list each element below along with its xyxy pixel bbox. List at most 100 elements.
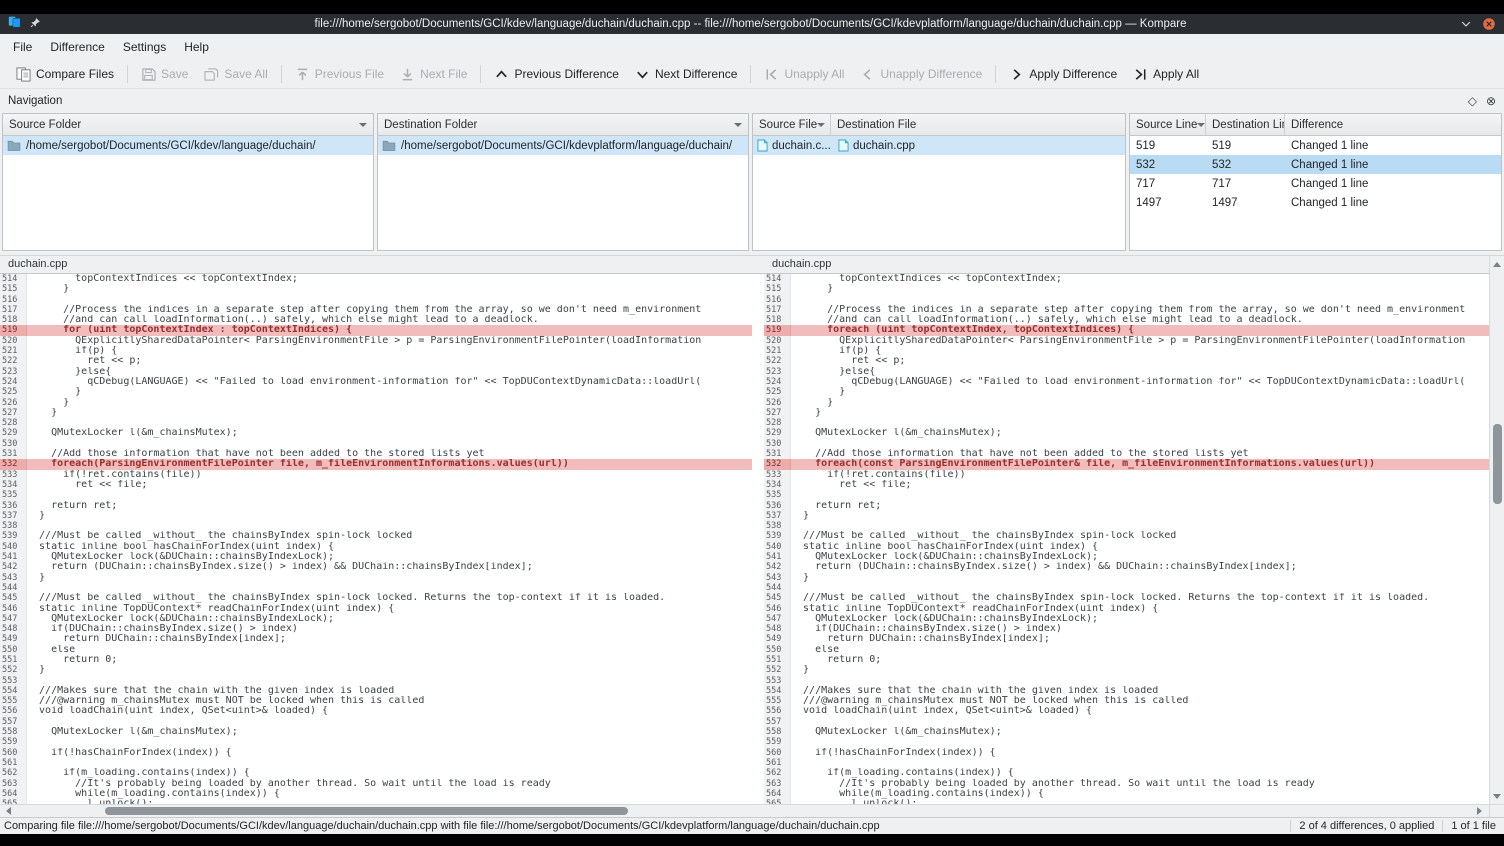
source-folder-header[interactable]: Source Folder: [3, 114, 373, 136]
difference-source-line: 1497: [1130, 197, 1206, 209]
line-number: 552: [764, 665, 791, 675]
code-line: 534 ret << file;: [764, 480, 1489, 490]
code-text: [27, 737, 752, 747]
code-text: QMutexLocker lock(&DUChain::chainsByInde…: [791, 614, 1489, 624]
line-number: 541: [0, 552, 27, 562]
code-line: 560 if(!hasChainForIndex(index)) {: [0, 748, 752, 758]
source-folder-item[interactable]: /home/sergobot/Documents/GCI/kdev/langua…: [3, 136, 373, 155]
difference-row[interactable]: 717717Changed 1 line: [1130, 174, 1501, 193]
code-text: QExplicitlySharedDataPointer< ParsingEnv…: [27, 336, 752, 346]
line-number: 545: [764, 593, 791, 603]
difference-row[interactable]: 519519Changed 1 line: [1130, 136, 1501, 155]
toolbar-button-next-file[interactable]: Next File: [392, 65, 475, 84]
apply-all-icon: [1133, 67, 1148, 82]
toolbar-button-apply-difference[interactable]: Apply Difference: [1001, 65, 1125, 84]
titlebar-left: [8, 15, 41, 33]
difference-source-line: 717: [1130, 178, 1206, 190]
code-line: 545 ///Must be called _without_ the chai…: [764, 593, 1489, 603]
scroll-up-icon[interactable]: [1490, 258, 1504, 270]
line-number: 532: [764, 459, 791, 469]
titlebar[interactable]: file:///home/sergobot/Documents/GCI/kdev…: [0, 14, 1504, 34]
toolbar-button-apply-all[interactable]: Apply All: [1125, 65, 1207, 84]
folder-icon: [382, 140, 396, 151]
chevron-down-icon: [1197, 123, 1205, 127]
code-text: for (uint topContextIndex : topContextIn…: [27, 325, 752, 335]
toolbar-button-unapply-all[interactable]: Unapply All: [756, 65, 852, 84]
code-text: }: [791, 398, 1489, 408]
vertical-scrollbar[interactable]: [1489, 256, 1504, 804]
dock-float-icon[interactable]: ◇: [1468, 94, 1477, 108]
scroll-left-icon[interactable]: [2, 805, 15, 817]
code-text: }: [791, 387, 1489, 397]
code-line: 546 static inline TopDUContext* readChai…: [764, 604, 1489, 614]
code-line: 564 while(m_loading.contains(index)) {: [0, 789, 752, 799]
code-text: [791, 676, 1489, 686]
pin-icon[interactable]: [30, 15, 41, 33]
code-text: }: [791, 665, 1489, 675]
menubar: File Difference Settings Help: [0, 34, 1504, 60]
difference-row[interactable]: 532532Changed 1 line: [1130, 155, 1501, 174]
window-title: file:///home/sergobot/Documents/GCI/kdev…: [41, 18, 1460, 30]
code-text: if(p) {: [27, 346, 752, 356]
destination-folder-path: /home/sergobot/Documents/GCI/kdevplatfor…: [401, 140, 732, 152]
close-button[interactable]: [1482, 17, 1496, 31]
code-line: 538: [0, 521, 752, 531]
files-header[interactable]: Source File Destination File: [753, 114, 1125, 136]
line-number: 547: [0, 614, 27, 624]
scroll-down-icon[interactable]: [1490, 790, 1504, 802]
line-number: 517: [764, 305, 791, 315]
code-line: 558 QMutexLocker l(&m_chainsMutex);: [0, 727, 752, 737]
code-text: qCDebug(LANGUAGE) << "Failed to load env…: [27, 377, 752, 387]
code-line: 527 }: [0, 408, 752, 418]
code-text: [27, 676, 752, 686]
horizontal-scrollbar-thumb[interactable]: [105, 807, 628, 815]
differences-header[interactable]: Source Line Destination Lin Difference: [1130, 114, 1501, 136]
previous-file-icon: [295, 67, 310, 82]
code-line: 540 static inline bool hasChainForIndex(…: [764, 542, 1489, 552]
line-number: 539: [0, 531, 27, 541]
line-number: 514: [764, 274, 791, 284]
source-file-header-label: Source File: [759, 119, 817, 131]
menu-help[interactable]: Help: [175, 34, 218, 60]
code-text: [791, 717, 1489, 727]
screen: file:///home/sergobot/Documents/GCI/kdev…: [0, 0, 1504, 846]
line-number: 527: [0, 408, 27, 418]
destination-folder-header[interactable]: Destination Folder: [378, 114, 748, 136]
destination-folder-item[interactable]: /home/sergobot/Documents/GCI/kdevplatfor…: [378, 136, 748, 155]
line-number: 556: [764, 706, 791, 716]
horizontal-scrollbar[interactable]: [0, 804, 1504, 817]
previous-difference-icon: [494, 67, 509, 82]
code-text: topContextIndices << topContextIndex;: [27, 274, 752, 284]
toolbar-button-next-difference[interactable]: Next Difference: [627, 65, 745, 84]
toolbar-button-save-all[interactable]: Save All: [196, 65, 275, 84]
menu-settings[interactable]: Settings: [114, 34, 175, 60]
line-number: 515: [0, 284, 27, 294]
toolbar-button-compare-files[interactable]: Compare Files: [8, 65, 122, 84]
code-text: ret << p;: [791, 356, 1489, 366]
toolbar-button-previous-file[interactable]: Previous File: [287, 65, 392, 84]
menu-difference[interactable]: Difference: [41, 34, 113, 60]
line-number: 549: [0, 634, 27, 644]
code-line: 555 ///@warning m_chainsMutex must NOT b…: [764, 696, 1489, 706]
code-text: }: [791, 511, 1489, 521]
line-number: 557: [0, 717, 27, 727]
line-number: 555: [0, 696, 27, 706]
menu-file[interactable]: File: [4, 34, 41, 60]
differences-list: 519519Changed 1 line532532Changed 1 line…: [1130, 136, 1501, 250]
vertical-scrollbar-thumb[interactable]: [1493, 424, 1502, 504]
file-pair-row[interactable]: duchain.c... duchain.cpp: [753, 136, 1125, 155]
toolbar-button-save[interactable]: Save: [133, 65, 196, 84]
code-text: ret << p;: [27, 356, 752, 366]
left-code-pane: 514 topContextIndices << topContextIndex…: [0, 274, 752, 804]
toolbar-button-unapply-difference[interactable]: Unapply Difference: [852, 65, 990, 84]
line-number: 563: [764, 779, 791, 789]
dock-close-icon[interactable]: ⊗: [1486, 94, 1496, 108]
shade-icon[interactable]: [1460, 18, 1472, 30]
code-text: else: [791, 645, 1489, 655]
code-line: 553: [0, 676, 752, 686]
code-line: 548 if(DUChain::chainsByIndex.size() > i…: [0, 624, 752, 634]
difference-row[interactable]: 14971497Changed 1 line: [1130, 193, 1501, 212]
code-line: 562 if(m_loading.contains(index)) {: [764, 768, 1489, 778]
toolbar-button-previous-difference[interactable]: Previous Difference: [486, 65, 627, 84]
scroll-right-icon[interactable]: [1473, 805, 1486, 817]
